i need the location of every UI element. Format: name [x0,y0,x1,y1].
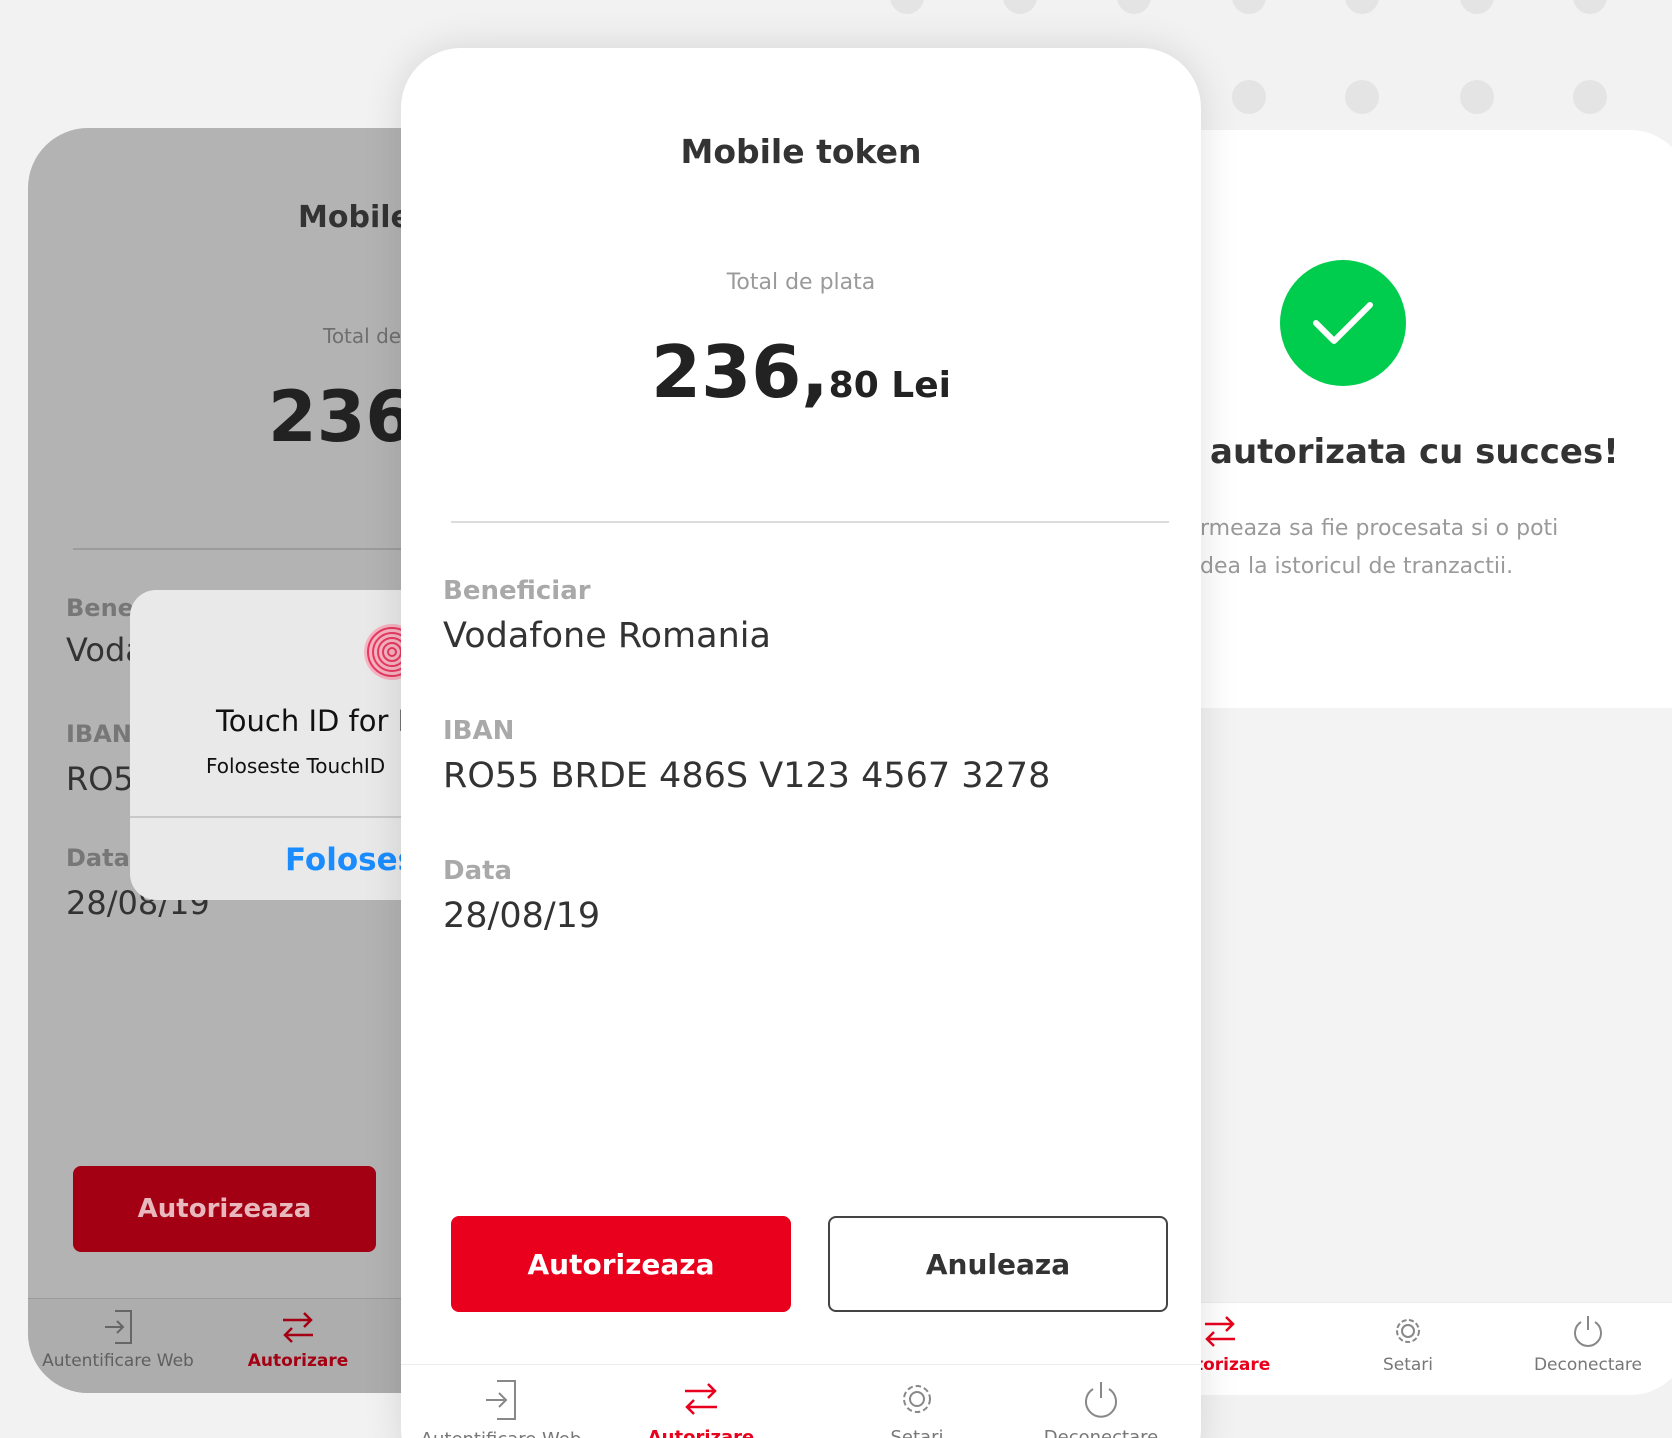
description-line: rmeaza sa fie procesata si o poti [1200,516,1559,541]
divider [451,521,1169,523]
background-dot [1345,0,1379,14]
amount-decimals: 80 Lei [828,365,951,406]
login-icon [105,1310,132,1344]
background-dot [1003,0,1037,14]
total-amount: 236,80 Lei [401,330,1201,414]
background-dot [1232,80,1266,114]
description-line: dea la istoricul de tranzactii. [1200,554,1514,579]
nav-label: Autorizare [647,1427,755,1438]
nav-item-setari[interactable]: Setari [1318,1313,1498,1375]
total-label: Total de plata [726,270,876,295]
power-icon [1574,1316,1602,1347]
nav-item-autorizare[interactable]: Autorizare [601,1379,801,1438]
background-dot [1460,80,1494,114]
screen-title: Mobile token [680,132,922,171]
beneficiar-label: Beneficiar [443,576,591,606]
background-dot [1345,80,1379,114]
background-dot [1232,0,1266,14]
alert-message: Foloseste TouchID [206,754,386,778]
background-dot [1117,0,1151,14]
amount-integer: 236, [651,330,829,414]
transfer-arrows-icon [685,1383,717,1415]
data-label: Data [66,844,130,872]
background-dot [1460,0,1494,14]
gear-icon [1396,1319,1420,1343]
iban-value: RO55 BRDE 486S V123 4567 3278 [443,756,1051,796]
nav-label: Deconectare [1533,1355,1643,1375]
success-panel: autorizata cu succes! rmeaza sa fie proc… [1130,130,1672,708]
success-heading: autorizata cu succes! [1210,432,1619,472]
power-icon [1085,1382,1117,1418]
authorize-button[interactable]: Autorizeaza [451,1216,791,1312]
beneficiar-value: Vodafone Romania [443,616,771,656]
iban-label: IBAN [443,716,515,746]
data-value: 28/08/19 [443,896,601,936]
transfer-arrows-icon [1205,1316,1235,1347]
authorize-button[interactable]: Autorizeaza [73,1166,376,1252]
background-dot [890,0,924,14]
background-dot [1573,80,1607,114]
alert-title: Touch ID for M [216,704,423,738]
iban-label: IBAN [66,720,132,748]
nav-label: Autentificare Web [401,1429,601,1438]
nav-label: Autentificare Web [42,1351,194,1371]
nav-item-deconectare[interactable]: Deconectare [1498,1313,1672,1375]
nav-item-setari[interactable]: Setari [817,1379,1017,1438]
transfer-arrows-icon [283,1312,313,1343]
bottom-nav: Autentificare Web Autorizare Setari Deco… [401,1364,1201,1438]
checkmark-icon [1313,302,1373,344]
success-description: rmeaza sa fie procesata si o poti dea la… [1200,510,1672,586]
nav-item-autentificare-web[interactable]: Autentificare Web [28,1309,208,1371]
total-label: Total de [323,324,402,348]
data-label: Data [443,856,513,886]
nav-label: Setari [1382,1355,1434,1375]
nav-item-autentificare-web[interactable]: Autentificare Web [401,1379,601,1438]
screen-title: Mobile [298,200,411,235]
nav-label: Setari [890,1427,944,1438]
bottom-nav: Autorizare Setari Deconectare [1130,1302,1672,1395]
nav-label: Deconectare [1043,1427,1159,1438]
iban-value: RO5 [66,760,134,798]
gear-icon [903,1385,931,1413]
login-icon [486,1380,516,1420]
phone-screen-success: autorizata cu succes! rmeaza sa fie proc… [1130,130,1672,1395]
cancel-button[interactable]: Anuleaza [828,1216,1168,1312]
background-dot [1573,0,1607,14]
nav-item-autorizare[interactable]: Autorizare [208,1309,388,1371]
success-badge [1280,260,1406,386]
nav-label: Autorizare [247,1351,349,1371]
phone-screen-mobile-token: Mobile token Total de plata 236,80 Lei B… [401,48,1201,1438]
nav-item-deconectare[interactable]: Deconectare [1001,1379,1201,1438]
